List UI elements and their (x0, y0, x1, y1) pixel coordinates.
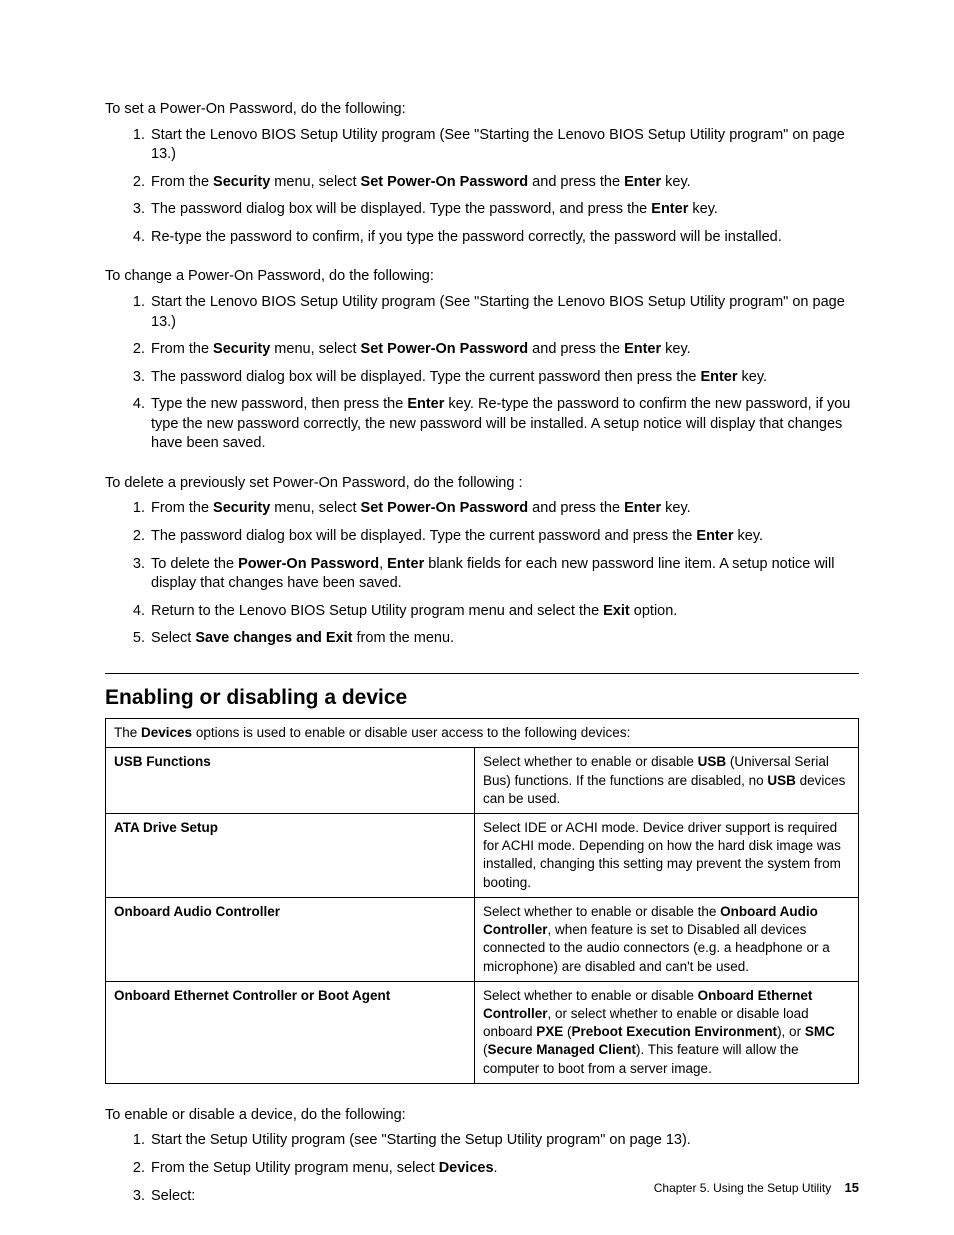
table-cell-left: Onboard Audio Controller (106, 897, 475, 981)
section2-list: Start the Lenovo BIOS Setup Utility prog… (105, 293, 859, 454)
table-header-cell: The Devices options is used to enable or… (106, 719, 859, 748)
list-item: Type the new password, then press the En… (149, 395, 859, 454)
list-item: Start the Setup Utility program (see "St… (149, 1131, 859, 1151)
section-heading: Enabling or disabling a device (105, 673, 859, 712)
table-row: Onboard Audio Controller Select whether … (106, 897, 859, 981)
list-item: To delete the Power-On Password, Enter b… (149, 555, 859, 594)
section3-intro: To delete a previously set Power-On Pass… (105, 474, 859, 494)
list-item: The password dialog box will be displaye… (149, 368, 859, 388)
list-item: Select Save changes and Exit from the me… (149, 629, 859, 649)
table-cell-right: Select whether to enable or disable the … (474, 897, 858, 981)
table-cell-left: ATA Drive Setup (106, 814, 475, 898)
list-item: The password dialog box will be displaye… (149, 200, 859, 220)
list-item: Start the Lenovo BIOS Setup Utility prog… (149, 126, 859, 165)
section4-intro: To enable or disable a device, do the fo… (105, 1106, 859, 1126)
list-item: From the Security menu, select Set Power… (149, 499, 859, 519)
table-row: Onboard Ethernet Controller or Boot Agen… (106, 981, 859, 1083)
list-item: Return to the Lenovo BIOS Setup Utility … (149, 602, 859, 622)
document-page: To set a Power-On Password, do the follo… (0, 0, 954, 1235)
table-cell-right: Select whether to enable or disable Onbo… (474, 981, 858, 1083)
section2-intro: To change a Power-On Password, do the fo… (105, 267, 859, 287)
list-item: From the Security menu, select Set Power… (149, 173, 859, 193)
table-cell-right: Select whether to enable or disable USB … (474, 748, 858, 814)
table-header-row: The Devices options is used to enable or… (106, 719, 859, 748)
list-item: From the Setup Utility program menu, sel… (149, 1159, 859, 1179)
table-row: USB Functions Select whether to enable o… (106, 748, 859, 814)
page-footer: Chapter 5. Using the Setup Utility 15 (654, 1179, 859, 1197)
devices-table: The Devices options is used to enable or… (105, 718, 859, 1084)
list-item: The password dialog box will be displaye… (149, 527, 859, 547)
section1-intro: To set a Power-On Password, do the follo… (105, 100, 859, 120)
footer-page-number: 15 (845, 1180, 859, 1195)
table-cell-right: Select IDE or ACHI mode. Device driver s… (474, 814, 858, 898)
footer-chapter: Chapter 5. Using the Setup Utility (654, 1181, 831, 1195)
table-cell-left: USB Functions (106, 748, 475, 814)
table-row: ATA Drive Setup Select IDE or ACHI mode.… (106, 814, 859, 898)
section3-list: From the Security menu, select Set Power… (105, 499, 859, 648)
table-cell-left: Onboard Ethernet Controller or Boot Agen… (106, 981, 475, 1083)
list-item: Start the Lenovo BIOS Setup Utility prog… (149, 293, 859, 332)
list-item: From the Security menu, select Set Power… (149, 340, 859, 360)
section1-list: Start the Lenovo BIOS Setup Utility prog… (105, 126, 859, 248)
list-item: Re-type the password to confirm, if you … (149, 228, 859, 248)
